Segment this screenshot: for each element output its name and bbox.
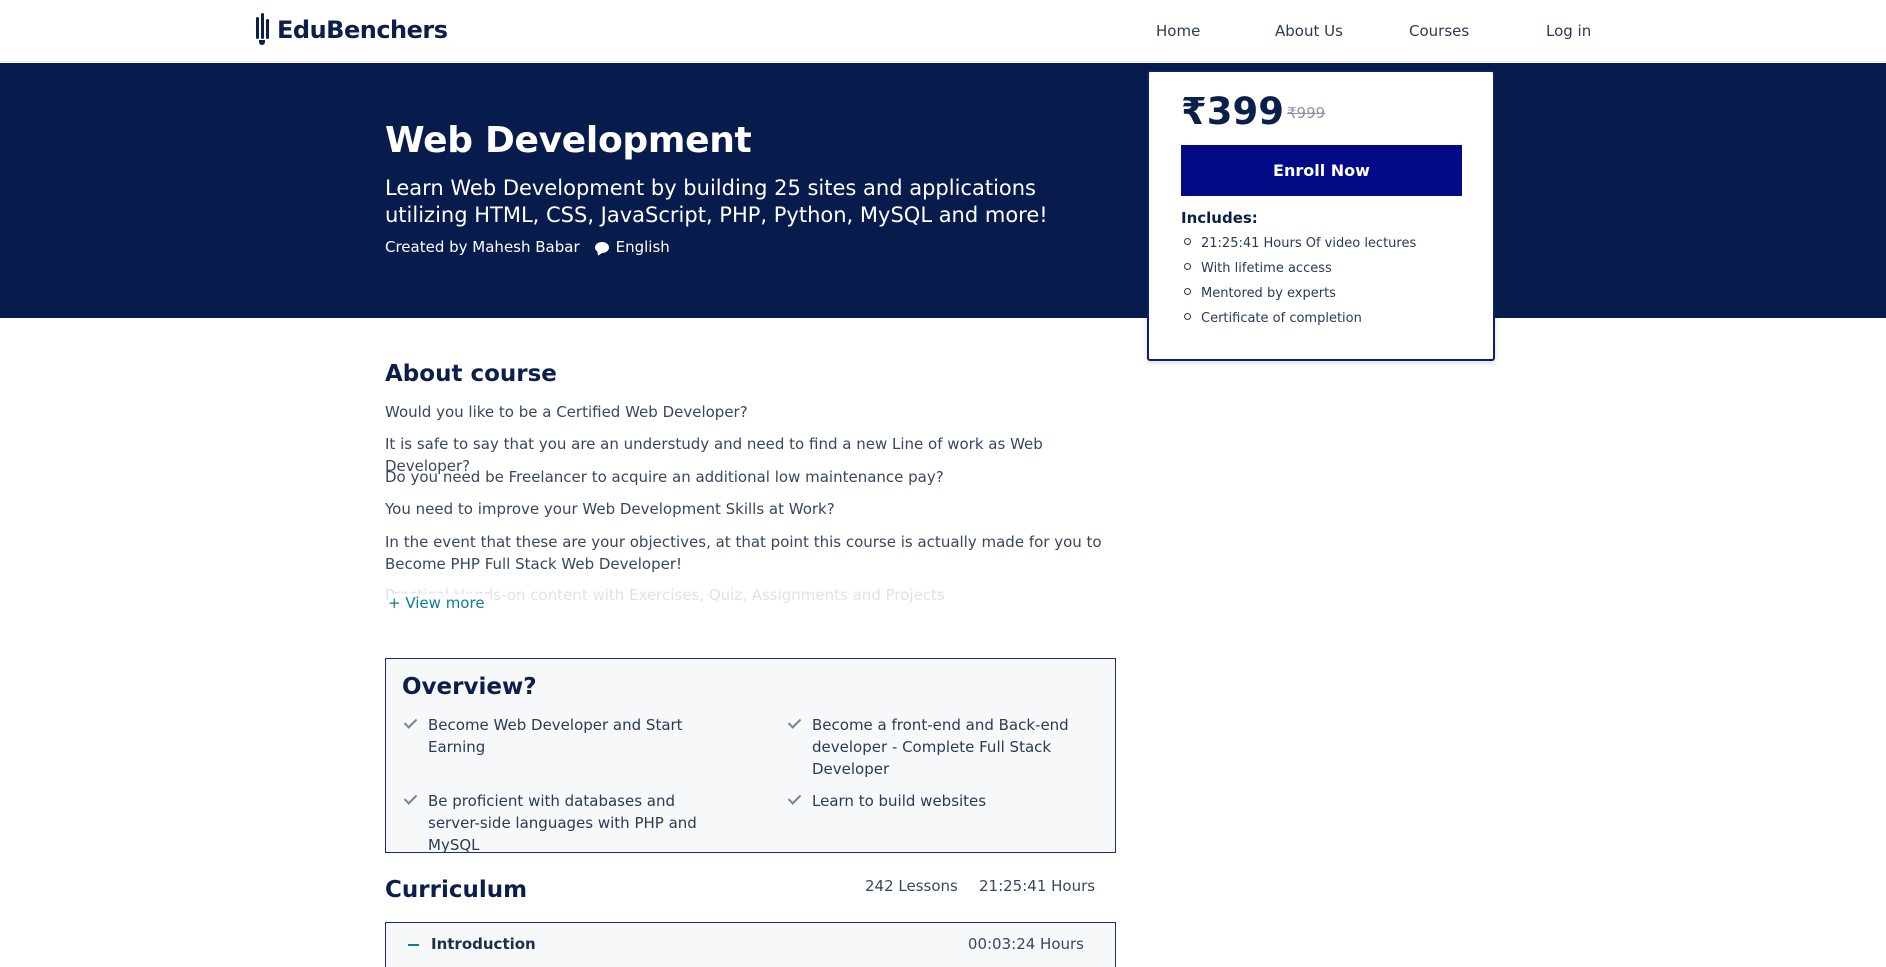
nav-courses[interactable]: Courses xyxy=(1409,22,1469,40)
list-item: Certificate of completion xyxy=(1184,306,1416,331)
check-icon xyxy=(404,716,414,730)
curriculum-heading: Curriculum xyxy=(385,877,528,903)
bullet-icon xyxy=(1184,288,1191,295)
about-paragraph: You need to improve your Web Development… xyxy=(385,500,835,518)
enroll-now-button[interactable]: Enroll Now xyxy=(1181,145,1462,196)
course-language: English xyxy=(594,238,670,256)
includes-list: 21:25:41 Hours Of video lectures With li… xyxy=(1184,231,1416,331)
overview-box: Overview? Become Web Developer and Start… xyxy=(385,658,1116,856)
curriculum-section-introduction[interactable]: Introduction 00:03:24 Hours xyxy=(385,922,1116,967)
current-price: ₹399 xyxy=(1181,90,1284,133)
total-hours: 21:25:41 Hours xyxy=(979,877,1096,895)
course-meta: Created by Mahesh Babar English xyxy=(385,238,670,256)
about-paragraph: Do you need be Freelancer to acquire an … xyxy=(385,468,944,486)
lessons-count: 242 Lessons xyxy=(865,877,958,895)
bullet-icon xyxy=(1184,238,1191,245)
overview-item: Become Web Developer and Start Earning xyxy=(402,714,702,758)
about-paragraph: In the event that these are your objecti… xyxy=(385,533,1102,573)
bullet-icon xyxy=(1184,313,1191,320)
check-icon xyxy=(788,792,798,806)
nav-login[interactable]: Log in xyxy=(1546,22,1591,40)
overview-item: Learn to build websites xyxy=(786,790,1086,812)
pricing-card: ₹399 ₹999 Enroll Now Includes: 21:25:41 … xyxy=(1147,70,1495,361)
course-author: Created by Mahesh Babar xyxy=(385,238,580,256)
nav-home[interactable]: Home xyxy=(1156,22,1200,40)
about-heading: About course xyxy=(385,361,557,387)
section-duration: 00:03:24 Hours xyxy=(967,935,1084,953)
original-price: ₹999 xyxy=(1287,104,1326,122)
bullet-icon xyxy=(1184,263,1191,270)
nav-about-us[interactable]: About Us xyxy=(1275,22,1343,40)
overview-item: Become a front-end and Back-end develope… xyxy=(786,714,1086,780)
course-subtitle: Learn Web Development by building 25 sit… xyxy=(385,176,1048,227)
collapse-minus-icon[interactable] xyxy=(408,944,419,946)
check-icon xyxy=(788,716,798,730)
course-title: Web Development xyxy=(385,120,752,161)
list-item: With lifetime access xyxy=(1184,256,1416,281)
overview-item: Be proficient with databases and server-… xyxy=(402,790,702,856)
list-item: Mentored by experts xyxy=(1184,281,1416,306)
section-title: Introduction xyxy=(431,935,536,953)
speech-bubble-icon xyxy=(594,241,609,253)
top-navbar: EduBenchers Home About Us Courses Log in xyxy=(0,0,1886,62)
brand-name: EduBenchers xyxy=(277,16,448,44)
course-language-label: English xyxy=(615,238,670,256)
includes-label: Includes: xyxy=(1181,209,1258,227)
about-paragraph: Would you like to be a Certified Web Dev… xyxy=(385,403,748,421)
logo-icon xyxy=(256,13,270,47)
check-icon xyxy=(404,792,414,806)
view-more-link[interactable]: + View more xyxy=(388,594,491,612)
list-item: 21:25:41 Hours Of video lectures xyxy=(1184,231,1416,256)
overview-heading: Overview? xyxy=(402,674,537,700)
brand-logo[interactable]: EduBenchers xyxy=(256,13,448,47)
